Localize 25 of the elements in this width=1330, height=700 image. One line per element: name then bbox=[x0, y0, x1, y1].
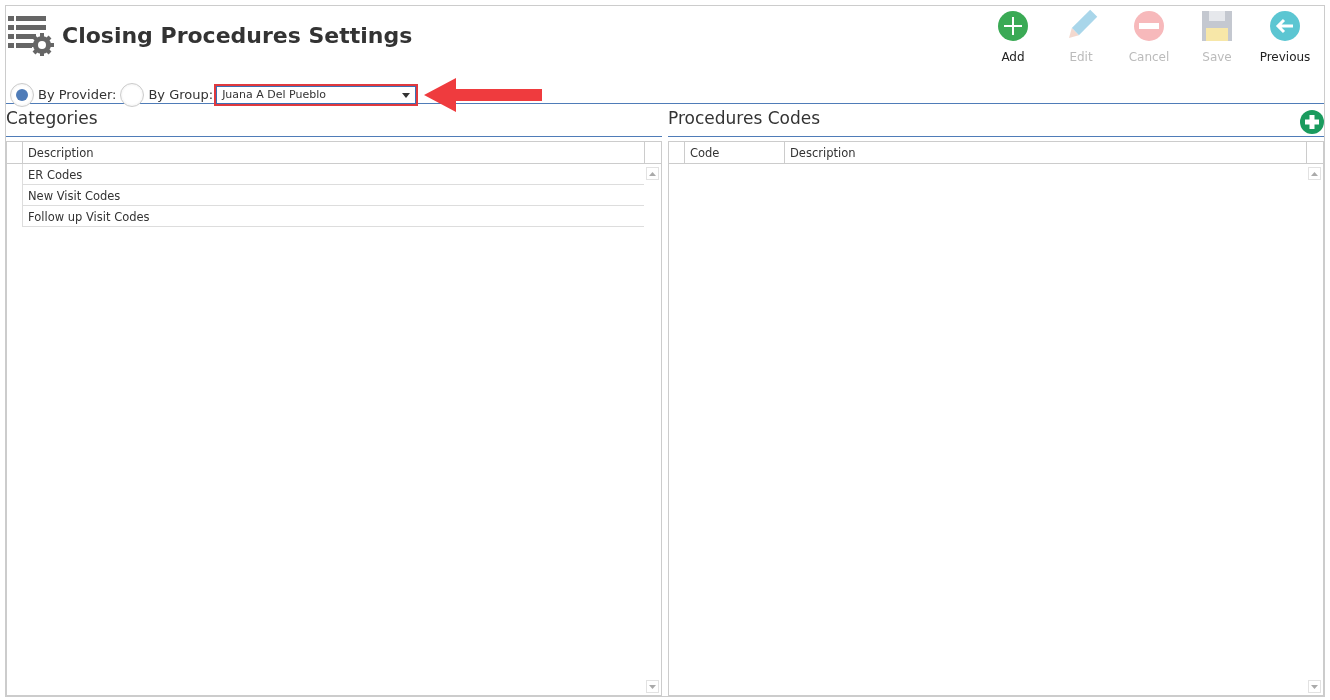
minus-icon bbox=[1133, 10, 1165, 42]
page-title: Closing Procedures Settings bbox=[62, 21, 413, 50]
section-title: Procedures Codes bbox=[668, 107, 821, 130]
table-cell: ER Codes bbox=[22, 164, 644, 185]
add-icon[interactable] bbox=[1300, 110, 1324, 134]
radio-label: By Provider: bbox=[38, 86, 117, 105]
radio-label: By Group: bbox=[148, 86, 214, 105]
scroll-up-icon[interactable] bbox=[646, 167, 659, 180]
radio-button[interactable] bbox=[10, 83, 34, 107]
previous-button[interactable]: Previous bbox=[1252, 10, 1318, 103]
plus-icon bbox=[997, 10, 1029, 42]
column-header: Code bbox=[684, 142, 784, 163]
table-cell: Follow up Visit Codes bbox=[22, 206, 644, 227]
add-button[interactable]: Add bbox=[980, 10, 1046, 103]
section-title: Categories bbox=[6, 107, 98, 130]
caret-icon bbox=[402, 92, 411, 98]
column-header: Description bbox=[784, 142, 1306, 163]
dropdown[interactable]: Juana A Del Pueblo bbox=[214, 84, 419, 106]
column-header: Description bbox=[22, 142, 644, 163]
scroll-down-icon[interactable] bbox=[1308, 680, 1321, 693]
table-cell: New Visit Codes bbox=[22, 185, 644, 206]
settings-list-icon bbox=[8, 14, 54, 56]
scroll-down-icon[interactable] bbox=[646, 680, 659, 693]
scroll-up-icon[interactable] bbox=[1308, 167, 1321, 180]
radio-button[interactable] bbox=[120, 83, 145, 107]
